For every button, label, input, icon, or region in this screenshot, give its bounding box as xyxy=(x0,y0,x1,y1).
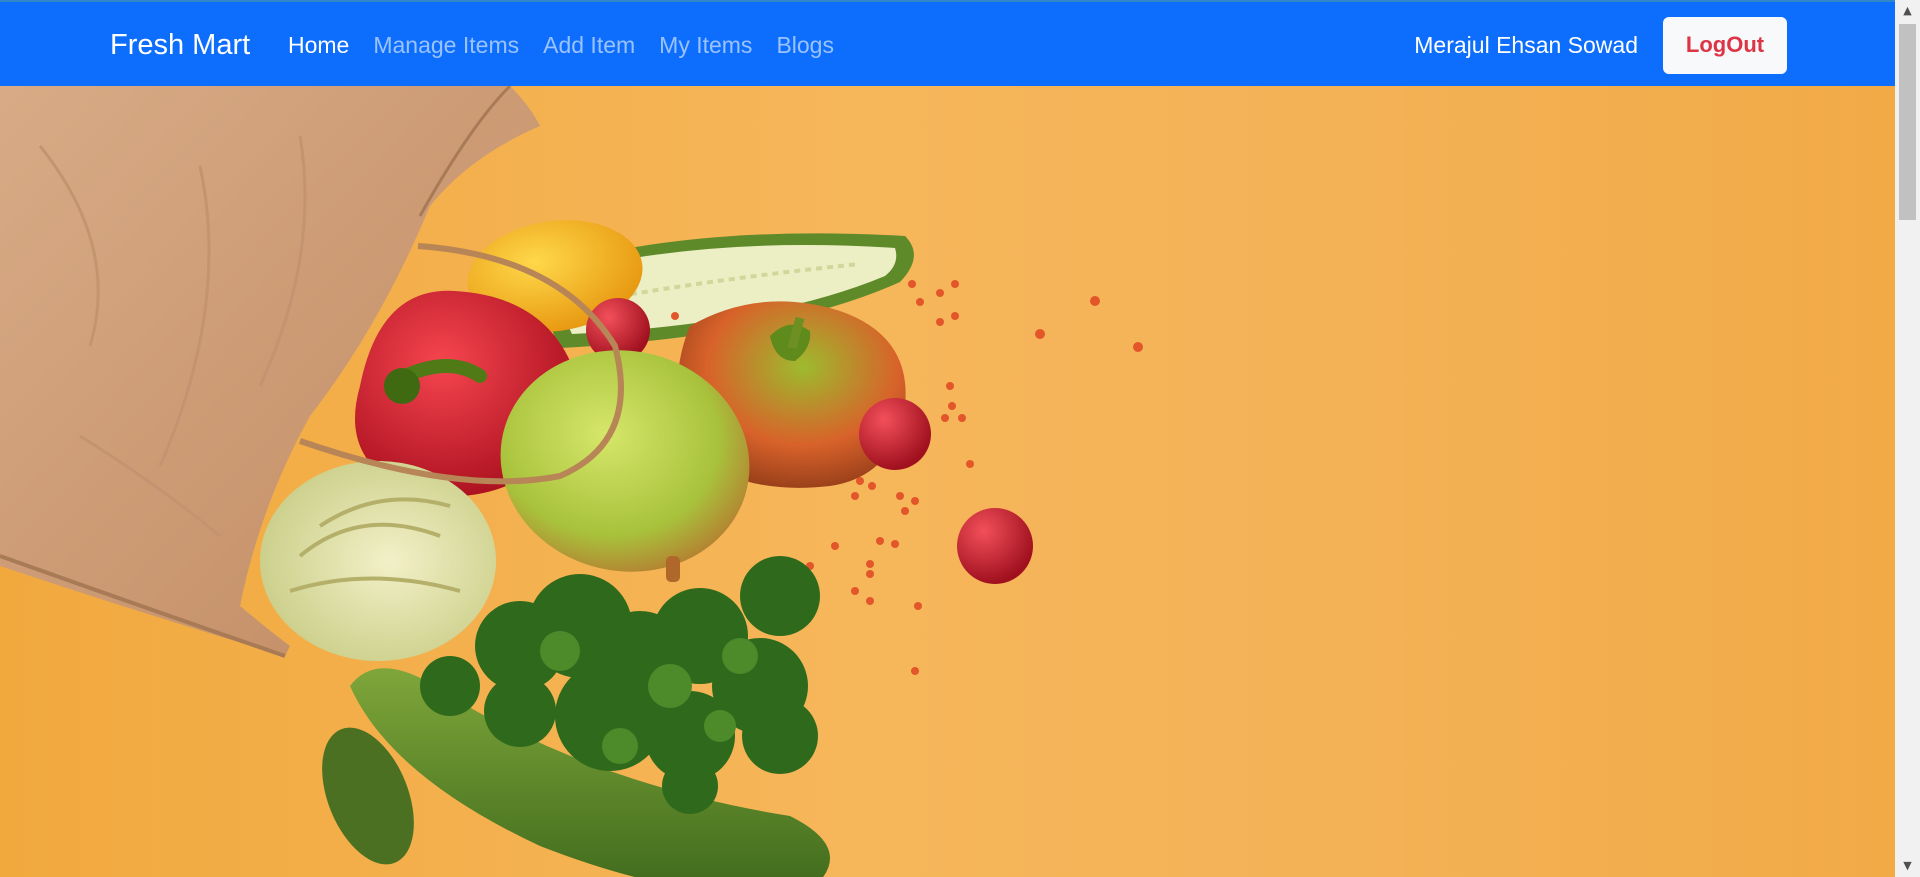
nav-link-blogs[interactable]: Blogs xyxy=(776,2,834,88)
hero-banner xyxy=(0,86,1895,877)
hero-image xyxy=(0,86,1143,877)
nav-link-add-item[interactable]: Add Item xyxy=(543,2,635,88)
user-name: Merajul Ehsan Sowad xyxy=(1414,31,1638,58)
nav-link-home[interactable]: Home xyxy=(288,2,349,88)
page: Fresh Mart Home Manage Items Add Item My… xyxy=(0,0,1895,877)
scroll-up-arrow-icon[interactable]: ▲ xyxy=(1895,0,1920,22)
nav-user-area: Merajul Ehsan Sowad LogOut xyxy=(1414,2,1787,88)
nav-links: Home Manage Items Add Item My Items Blog… xyxy=(288,2,858,88)
vertical-scrollbar[interactable]: ▲ ▼ xyxy=(1895,0,1920,877)
scroll-down-arrow-icon[interactable]: ▼ xyxy=(1895,855,1920,877)
logout-button[interactable]: LogOut xyxy=(1663,16,1787,74)
top-navbar: Fresh Mart Home Manage Items Add Item My… xyxy=(0,0,1895,86)
brand-logo-link[interactable]: Fresh Mart xyxy=(110,2,250,88)
nav-link-manage-items[interactable]: Manage Items xyxy=(373,2,519,88)
scrollbar-thumb[interactable] xyxy=(1899,24,1916,220)
nav-link-my-items[interactable]: My Items xyxy=(659,2,752,88)
